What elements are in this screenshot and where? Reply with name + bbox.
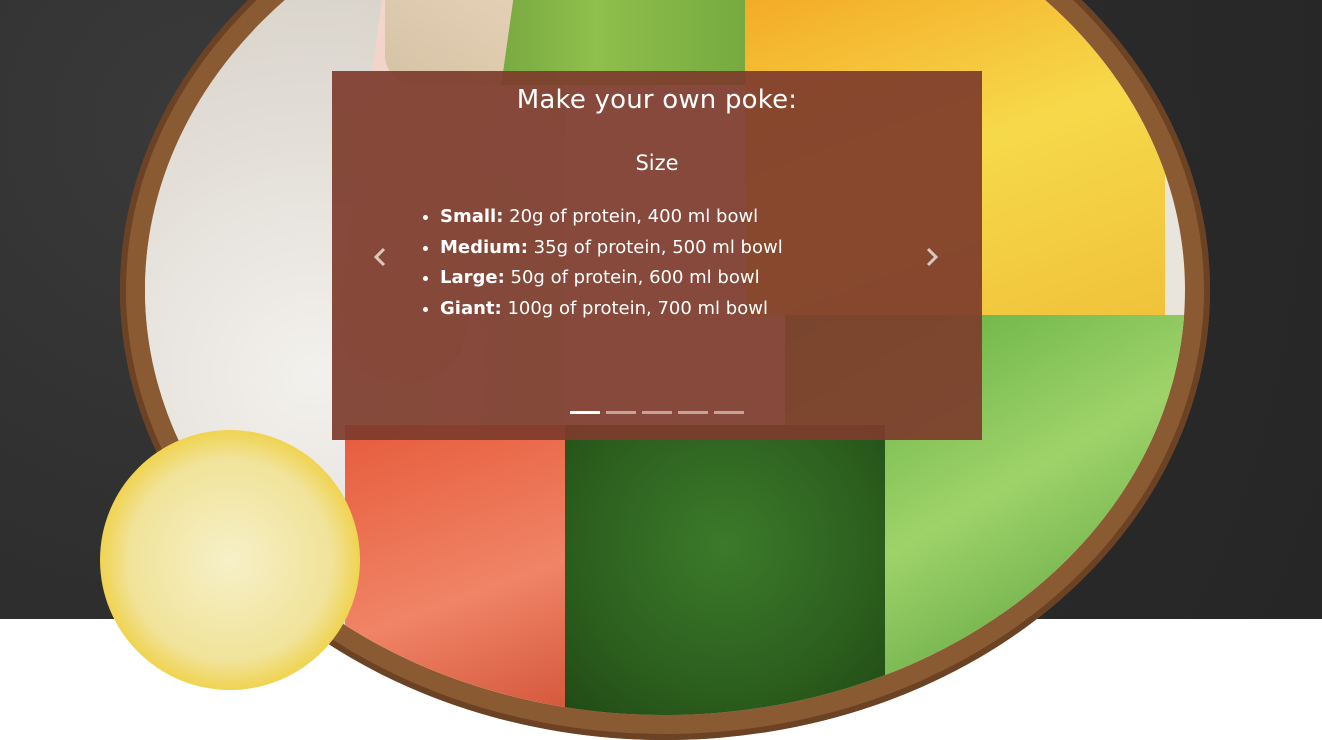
indicator-4[interactable]	[678, 411, 708, 414]
carousel-title: Make your own poke:	[516, 85, 798, 115]
option-text: 35g of protein, 500 ml bowl	[527, 236, 783, 258]
indicator-1[interactable]	[570, 411, 600, 414]
option-label: Medium:	[440, 236, 528, 258]
carousel-indicators	[570, 411, 744, 414]
greens	[565, 425, 885, 715]
chevron-left-icon	[373, 247, 386, 267]
poke-builder-carousel: Make your own poke: Size Small: 20g of p…	[332, 71, 982, 440]
lemon-slice	[100, 430, 360, 690]
list-item: Small: 20g of protein, 400 ml bowl	[440, 202, 783, 233]
list-item: Large: 50g of protein, 600 ml bowl	[440, 263, 783, 294]
option-text: 20g of protein, 400 ml bowl	[503, 206, 759, 227]
option-text: 100g of protein, 700 ml bowl	[501, 297, 768, 319]
indicator-3[interactable]	[642, 411, 672, 414]
indicator-2[interactable]	[606, 411, 636, 414]
list-item: Medium: 35g of protein, 500 ml bowl	[440, 233, 783, 264]
option-label: Giant:	[440, 297, 502, 319]
chevron-right-icon	[926, 247, 939, 267]
slide-heading: Size	[635, 151, 679, 175]
carousel-next-button[interactable]	[918, 241, 946, 273]
carousel-prev-button[interactable]	[366, 241, 394, 273]
indicator-5[interactable]	[714, 411, 744, 414]
option-label: Large:	[440, 267, 505, 288]
size-options-list: Small: 20g of protein, 400 ml bowl Mediu…	[420, 202, 783, 324]
option-label: Small:	[440, 206, 504, 227]
list-item: Giant: 100g of protein, 700 ml bowl	[440, 294, 783, 325]
option-text: 50g of protein, 600 ml bowl	[504, 267, 760, 288]
